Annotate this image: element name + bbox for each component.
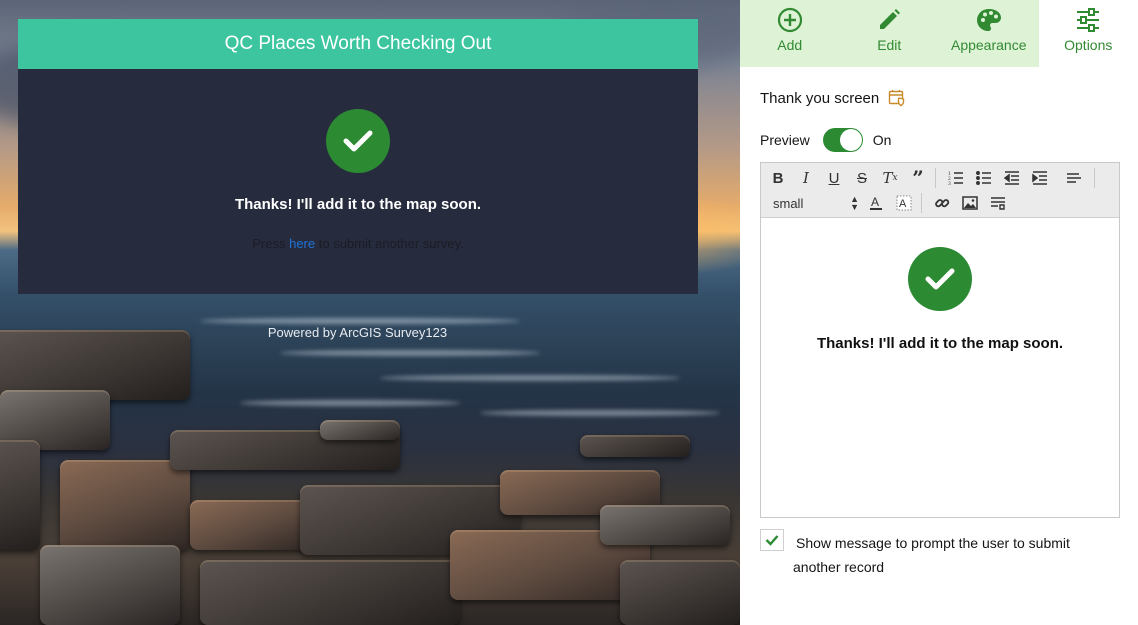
edit-tab-label: Edit — [877, 37, 902, 53]
toolbar-separator — [935, 168, 936, 188]
section-title: Thank you screen — [760, 89, 906, 107]
background-wave — [480, 410, 720, 416]
background-rock — [600, 505, 730, 545]
section-title-text: Thank you screen — [760, 89, 880, 107]
bullet-list-icon[interactable] — [973, 168, 995, 188]
svg-text:A: A — [899, 198, 907, 210]
italic-icon[interactable]: I — [795, 168, 817, 188]
options-tab-label: Options — [1064, 37, 1113, 53]
clear-format-icon[interactable]: Tx — [879, 168, 901, 188]
add-tab-label: Add — [777, 37, 803, 53]
align-left-icon[interactable] — [1063, 168, 1085, 188]
indent-icon[interactable] — [1029, 168, 1051, 188]
font-size-value: small — [773, 195, 804, 211]
settings-shield-icon[interactable] — [888, 89, 906, 107]
survey-title: QC Places Worth Checking Out — [18, 19, 698, 69]
plus-circle-icon — [777, 6, 803, 34]
select-arrows-icon: ▲ ▼ — [850, 194, 859, 212]
rich-text-editor: B I U S Tx ” 123 small ▲ ▼ A A Thanks! I… — [760, 162, 1120, 518]
thanks-message: Thanks! I'll add it to the map soon. — [234, 196, 482, 213]
add-tab[interactable]: Add — [740, 0, 840, 67]
svg-text:A: A — [871, 195, 879, 209]
preview-toggle[interactable] — [822, 128, 863, 152]
background-wave — [200, 318, 520, 324]
outdent-icon[interactable] — [1001, 168, 1023, 188]
bold-icon[interactable]: B — [767, 168, 789, 188]
survey-preview-area: QC Places Worth Checking Out Thanks! I'l… — [0, 0, 740, 625]
background-rock — [620, 560, 740, 625]
background-rock — [580, 435, 690, 457]
insert-field-icon[interactable] — [987, 193, 1009, 213]
editor-toolbar: B I U S Tx ” 123 small ▲ ▼ A A — [761, 163, 1119, 218]
background-wave — [280, 350, 540, 356]
strikethrough-icon[interactable]: S — [851, 168, 873, 188]
numbered-list-icon[interactable]: 123 — [945, 168, 967, 188]
background-rock — [320, 420, 400, 440]
options-tab[interactable]: Options — [1038, 0, 1138, 67]
preview-state: On — [872, 132, 892, 148]
background-rock — [40, 545, 180, 625]
background-rock — [200, 560, 460, 625]
preview-toggle-row: Preview On — [760, 128, 891, 152]
survey-form-card: QC Places Worth Checking Out Thanks! I'l… — [18, 19, 698, 294]
submit-another-message: Press here to submit another survey. — [18, 236, 698, 251]
palette-icon — [975, 6, 1003, 34]
prompt-option-checkbox[interactable] — [760, 529, 784, 551]
appearance-tab[interactable]: Appearance — [939, 0, 1039, 67]
font-size-select[interactable]: small ▲ ▼ — [773, 193, 859, 213]
success-check-icon — [908, 247, 972, 311]
success-check-icon — [326, 109, 390, 173]
editor-content[interactable]: Thanks! I'll add it to the map soon. — [761, 218, 1119, 517]
prompt-option-label: Show message to prompt the user to submi… — [793, 535, 1070, 575]
thank-you-body: Thanks! I'll add it to the map soon. Pre… — [18, 69, 698, 294]
svg-text:3: 3 — [948, 181, 951, 185]
background-rock — [60, 460, 190, 550]
edit-tab[interactable]: Edit — [839, 0, 939, 67]
editor-thanks-message: Thanks! I'll add it to the map soon. — [816, 335, 1064, 352]
underline-icon[interactable]: U — [823, 168, 845, 188]
link-icon[interactable] — [931, 193, 953, 213]
background-wave — [240, 400, 460, 406]
blockquote-icon[interactable]: ” — [907, 166, 929, 190]
toggle-knob — [839, 129, 862, 151]
background-color-icon[interactable]: A — [893, 193, 915, 213]
pencil-icon — [876, 6, 902, 34]
toolbar-separator — [1094, 168, 1095, 188]
background-rock — [190, 500, 310, 550]
toolbar-separator — [921, 193, 922, 213]
appearance-tab-label: Appearance — [950, 37, 1027, 53]
top-toolbar: Add Edit Appearance Options — [740, 0, 1138, 67]
press-suffix: to submit another survey. — [318, 236, 464, 251]
background-wave — [380, 375, 680, 381]
font-color-icon[interactable]: A — [865, 193, 887, 213]
image-icon[interactable] — [959, 193, 981, 213]
press-prefix: Press — [252, 236, 286, 251]
powered-by-footer: Powered by ArcGIS Survey123 — [267, 325, 448, 340]
preview-label: Preview — [760, 132, 810, 148]
submit-another-link[interactable]: here — [289, 236, 315, 251]
sliders-icon — [1075, 6, 1101, 34]
options-panel: Add Edit Appearance Options Thank you sc… — [740, 0, 1138, 625]
background-rock — [0, 440, 40, 550]
